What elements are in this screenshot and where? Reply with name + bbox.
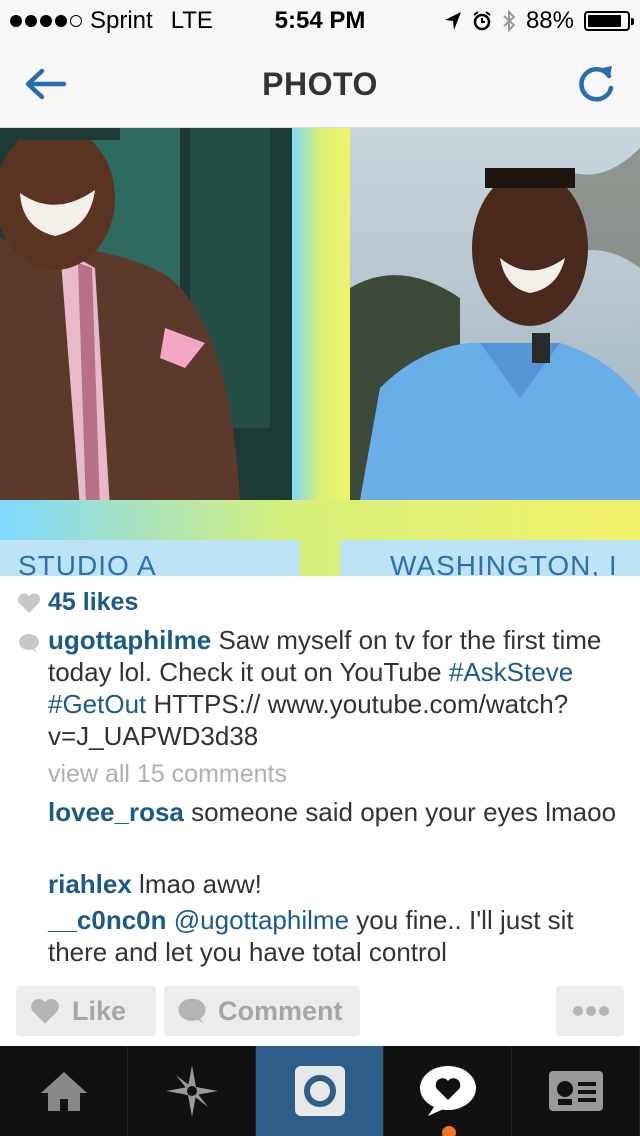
heart-icon	[17, 592, 41, 613]
comment-bubble-icon	[178, 998, 206, 1024]
tab-home[interactable]	[0, 1046, 128, 1136]
hashtag-getout[interactable]: #GetOut	[48, 689, 146, 719]
camera-icon	[294, 1066, 345, 1116]
post-photo[interactable]: STUDIO A WASHINGTON, I	[0, 128, 640, 576]
more-options-button[interactable]	[556, 986, 624, 1036]
comment-button[interactable]: Comment	[164, 986, 360, 1036]
bluetooth-icon	[503, 10, 516, 32]
battery-icon	[584, 11, 634, 31]
likes-count[interactable]: 45 likes	[48, 588, 138, 617]
comment-item: riahlex lmao aww!	[48, 868, 628, 900]
profile-icon	[548, 1071, 603, 1111]
photo-label-left: STUDIO A	[18, 550, 157, 576]
comment-username[interactable]: riahlex	[48, 869, 132, 899]
refresh-icon[interactable]	[572, 60, 620, 108]
like-button-label: Like	[72, 995, 127, 1026]
comment-mention[interactable]: @ugottaphilme	[167, 905, 349, 935]
comment-text: lmao aww!	[131, 869, 262, 899]
tab-explore[interactable]	[128, 1046, 256, 1136]
alarm-clock-icon	[473, 11, 491, 31]
location-arrow-icon	[444, 12, 461, 30]
comment-text: someone said open your eyes lmaoo	[183, 797, 617, 827]
more-dots-icon	[573, 1006, 609, 1016]
view-all-comments-link[interactable]: view all 15 comments	[48, 760, 287, 789]
comment-item: __c0nc0n @ugottaphilme you fine.. I'll j…	[48, 904, 628, 968]
battery-percent: 88%	[525, 7, 574, 34]
page-title: PHOTO	[262, 66, 378, 102]
post-actions: Like Comment	[0, 986, 640, 1038]
heart-icon	[31, 998, 59, 1024]
explore-icon	[165, 1065, 218, 1117]
comment-username[interactable]: __c0nc0n	[48, 905, 167, 935]
tab-camera[interactable]	[256, 1046, 384, 1136]
comment-bubble-icon	[19, 634, 39, 653]
caption-username[interactable]: ugottaphilme	[48, 625, 211, 655]
hashtag-asksteve[interactable]: #AskSteve	[449, 657, 573, 687]
navigation-bar: PHOTO	[0, 40, 640, 128]
status-bar: Sprint LTE 5:54 PM 88%	[0, 0, 640, 40]
comment-item: lovee_rosa someone said open your eyes l…	[48, 796, 628, 828]
comment-username[interactable]: lovee_rosa	[48, 797, 184, 827]
post-caption: ugottaphilme Saw myself on tv for the fi…	[48, 624, 628, 752]
home-icon	[40, 1072, 87, 1111]
tab-activity[interactable]	[384, 1046, 512, 1136]
notification-indicator	[442, 1126, 456, 1136]
activity-icon	[419, 1066, 476, 1116]
like-button[interactable]: Like	[16, 986, 156, 1036]
photo-label-right: WASHINGTON, I	[390, 550, 618, 576]
comment-button-label: Comment	[218, 995, 343, 1026]
tab-bar	[0, 1046, 640, 1136]
tab-profile[interactable]	[512, 1046, 640, 1136]
